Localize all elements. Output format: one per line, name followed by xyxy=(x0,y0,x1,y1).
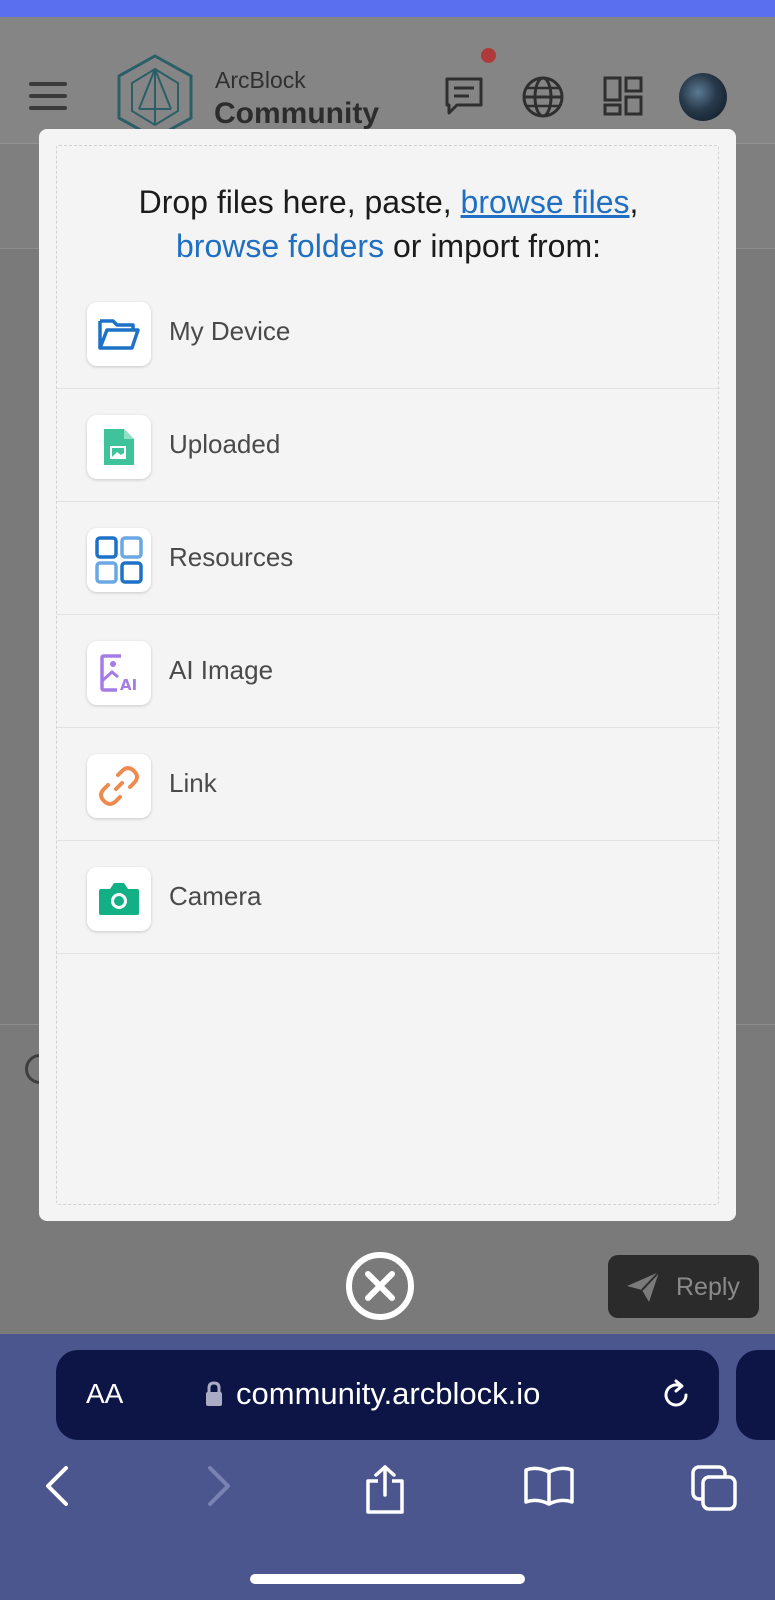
top-accent-strip xyxy=(0,0,775,17)
back-icon[interactable] xyxy=(42,1464,72,1508)
svg-text:AI: AI xyxy=(120,676,137,693)
image-file-icon xyxy=(87,415,151,479)
share-icon[interactable] xyxy=(363,1464,407,1516)
brand-name-main: Community xyxy=(214,97,379,130)
address-bar[interactable]: AA community.arcblock.io xyxy=(56,1350,719,1440)
source-label: Uploaded xyxy=(169,429,281,459)
drop-prompt-prefix: Drop files here, paste, xyxy=(138,184,461,220)
ai-image-icon: AI xyxy=(87,641,151,705)
browser-toolbar: AA community.arcblock.io xyxy=(0,1334,775,1600)
brand-name-top: ArcBlock xyxy=(215,67,306,93)
next-tab-edge[interactable] xyxy=(736,1350,775,1440)
source-resources[interactable]: Resources xyxy=(57,502,720,615)
close-icon[interactable] xyxy=(345,1251,415,1321)
lock-icon xyxy=(206,1381,222,1406)
browse-files-link[interactable]: browse files xyxy=(461,184,630,220)
reply-button[interactable]: Reply xyxy=(608,1255,759,1318)
notification-dot xyxy=(481,48,496,63)
globe-icon[interactable] xyxy=(521,75,565,119)
text-size-button[interactable]: AA xyxy=(86,1378,123,1410)
source-label: AI Image xyxy=(169,655,274,685)
reply-label: Reply xyxy=(676,1273,740,1301)
drop-zone[interactable]: Drop files here, paste, browse files, br… xyxy=(56,145,720,1205)
browse-folders-link[interactable]: browse folders xyxy=(176,228,384,264)
source-label: Camera xyxy=(169,881,262,911)
folder-open-icon xyxy=(87,302,151,366)
apps-grid-icon[interactable] xyxy=(602,75,644,117)
source-label: My Device xyxy=(169,316,291,346)
source-label: Link xyxy=(169,768,217,798)
send-icon xyxy=(627,1271,660,1302)
import-source-list: My Device Uploaded Resources AI AI Image… xyxy=(57,276,720,954)
source-ai-image[interactable]: AI AI Image xyxy=(57,615,720,728)
source-uploaded[interactable]: Uploaded xyxy=(57,389,720,502)
source-label: Resources xyxy=(169,542,294,572)
grid-icon xyxy=(87,528,151,592)
url-text: community.arcblock.io xyxy=(236,1376,541,1411)
reload-icon[interactable] xyxy=(659,1378,693,1412)
avatar[interactable] xyxy=(679,73,727,121)
source-camera[interactable]: Camera xyxy=(57,841,720,954)
menu-icon[interactable] xyxy=(29,82,67,110)
comma: , xyxy=(629,184,639,220)
camera-icon xyxy=(87,867,151,931)
site-header: ArcBlock Community xyxy=(0,17,775,144)
link-icon xyxy=(87,754,151,818)
upload-dialog: Drop files here, paste, browse files, br… xyxy=(39,129,736,1221)
drop-prompt-suffix: or import from: xyxy=(384,228,601,264)
arcblock-logo-icon[interactable] xyxy=(115,53,195,141)
home-indicator xyxy=(250,1574,525,1584)
source-link[interactable]: Link xyxy=(57,728,720,841)
bookmarks-icon[interactable] xyxy=(523,1464,575,1508)
forward-icon[interactable] xyxy=(204,1464,234,1508)
tabs-icon[interactable] xyxy=(690,1464,738,1512)
drop-prompt: Drop files here, paste, browse files, br… xyxy=(57,180,720,268)
chat-icon[interactable] xyxy=(443,75,485,117)
source-my-device[interactable]: My Device xyxy=(57,276,720,389)
